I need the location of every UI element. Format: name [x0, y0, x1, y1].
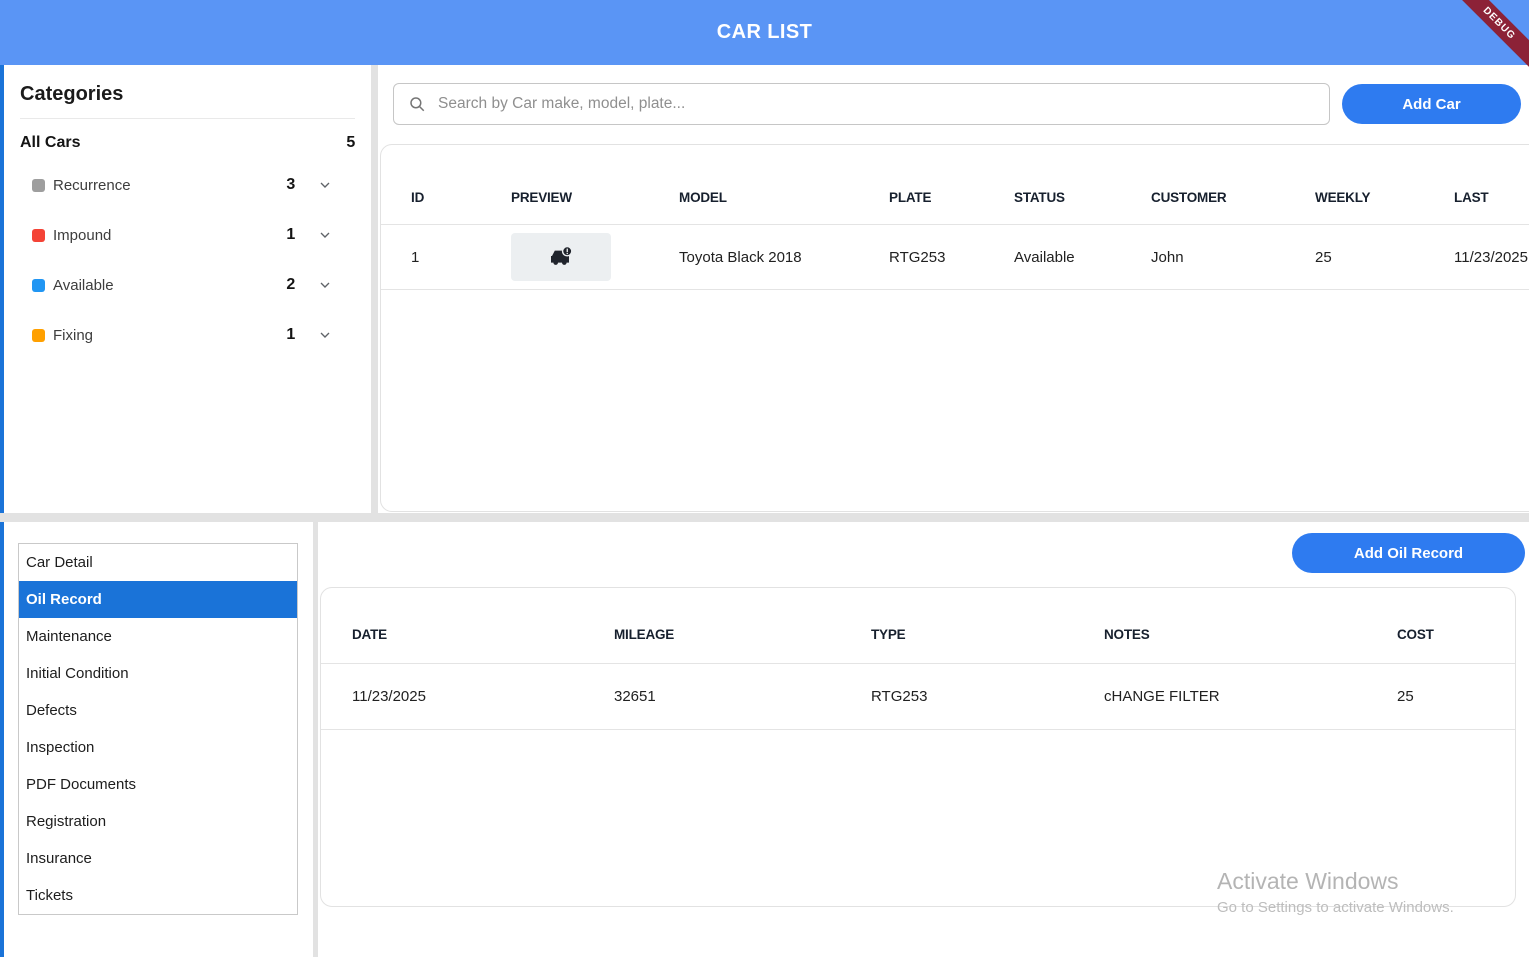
car-detail-panel: Car Detail Oil Record Maintenance Initia…: [0, 522, 313, 957]
category-available[interactable]: Available 2: [4, 260, 371, 310]
oil-table-row[interactable]: 11/23/2025 32651 RTG253 cHANGE FILTER 25: [321, 664, 1515, 730]
app-header: CAR LIST DEBUG: [0, 0, 1529, 65]
col-mileage: MILEAGE: [614, 627, 871, 642]
fixing-color-dot: [32, 329, 45, 342]
debug-ribbon: DEBUG: [1449, 0, 1529, 80]
cell-model: Toyota Black 2018: [679, 249, 889, 266]
menu-item-maintenance[interactable]: Maintenance: [19, 618, 297, 655]
col-type: TYPE: [871, 627, 1104, 642]
chevron-down-icon[interactable]: [317, 227, 333, 243]
col-notes: NOTES: [1104, 627, 1397, 642]
menu-item-registration[interactable]: Registration: [19, 803, 297, 840]
car-table-header: ID PREVIEW MODEL PLATE STATUS CUSTOMER W…: [381, 145, 1529, 225]
cell-mileage: 32651: [614, 688, 871, 705]
category-count: 1: [286, 326, 295, 344]
col-id: ID: [411, 190, 511, 205]
search-row: Add Car: [378, 65, 1529, 125]
car-list-panel: Add Car ID PREVIEW MODEL PLATE STATUS CU…: [378, 65, 1529, 513]
menu-item-car-detail[interactable]: Car Detail: [19, 544, 297, 581]
car-table-row[interactable]: 1 Toyota Black 2018 RTG253 Available Joh…: [381, 225, 1529, 290]
category-count: 1: [286, 226, 295, 244]
cell-plate: RTG253: [889, 249, 1014, 266]
detail-menu: Car Detail Oil Record Maintenance Initia…: [18, 543, 298, 915]
menu-item-defects[interactable]: Defects: [19, 692, 297, 729]
category-impound[interactable]: Impound 1: [4, 210, 371, 260]
col-weekly: WEEKLY: [1315, 190, 1454, 205]
chevron-down-icon[interactable]: [317, 177, 333, 193]
section-divider-horizontal: [0, 513, 1529, 522]
cell-weekly: 25: [1315, 249, 1454, 266]
menu-item-initial-condition[interactable]: Initial Condition: [19, 655, 297, 692]
oil-table-card: DATE MILEAGE TYPE NOTES COST 11/23/2025 …: [320, 587, 1516, 907]
col-customer: CUSTOMER: [1151, 190, 1315, 205]
cell-notes: cHANGE FILTER: [1104, 688, 1397, 705]
category-label: Recurrence: [53, 177, 278, 194]
all-cars-count: 5: [346, 134, 355, 152]
col-last: LAST: [1454, 190, 1529, 205]
page-title: CAR LIST: [717, 21, 812, 44]
chevron-down-icon[interactable]: [317, 277, 333, 293]
search-box: [393, 83, 1330, 125]
impound-color-dot: [32, 229, 45, 242]
cell-last: 11/23/2025: [1454, 249, 1529, 266]
menu-item-pdf-documents[interactable]: PDF Documents: [19, 766, 297, 803]
panel-divider-vertical: [371, 65, 378, 513]
col-date: DATE: [352, 627, 614, 642]
chevron-down-icon[interactable]: [317, 327, 333, 343]
category-fixing[interactable]: Fixing 1: [4, 310, 371, 360]
search-icon: [408, 95, 426, 113]
menu-item-tickets[interactable]: Tickets: [19, 877, 297, 914]
category-label: Available: [53, 277, 278, 294]
cell-customer: John: [1151, 249, 1315, 266]
category-all-cars[interactable]: All Cars 5: [4, 119, 371, 160]
oil-record-panel: Add Oil Record DATE MILEAGE TYPE NOTES C…: [318, 522, 1529, 957]
car-preview-thumbnail[interactable]: [511, 233, 611, 281]
add-oil-record-button[interactable]: Add Oil Record: [1292, 533, 1525, 573]
add-car-button[interactable]: Add Car: [1342, 84, 1521, 124]
cell-status: Available: [1014, 249, 1151, 266]
available-color-dot: [32, 279, 45, 292]
col-preview: PREVIEW: [511, 190, 679, 205]
category-count: 3: [286, 176, 295, 194]
top-section: Categories All Cars 5 Recurrence 3 Impou…: [0, 65, 1529, 513]
cell-cost: 25: [1397, 688, 1515, 705]
col-cost: COST: [1397, 627, 1515, 642]
col-model: MODEL: [679, 190, 889, 205]
col-status: STATUS: [1014, 190, 1151, 205]
watermark-line1: Activate Windows: [1217, 868, 1454, 895]
search-input[interactable]: [426, 95, 1329, 113]
cell-id: 1: [411, 249, 511, 266]
menu-item-oil-record[interactable]: Oil Record: [19, 581, 297, 618]
category-label: Impound: [53, 227, 278, 244]
bottom-section: Car Detail Oil Record Maintenance Initia…: [0, 522, 1529, 957]
category-count: 2: [286, 276, 295, 294]
categories-title: Categories: [4, 65, 371, 118]
activate-windows-watermark: Activate Windows Go to Settings to activ…: [1217, 868, 1454, 916]
cell-date: 11/23/2025: [352, 688, 614, 705]
oil-button-row: Add Oil Record: [318, 522, 1529, 573]
recurrence-color-dot: [32, 179, 45, 192]
menu-item-insurance[interactable]: Insurance: [19, 840, 297, 877]
categories-panel: Categories All Cars 5 Recurrence 3 Impou…: [0, 65, 371, 513]
col-plate: PLATE: [889, 190, 1014, 205]
menu-item-inspection[interactable]: Inspection: [19, 729, 297, 766]
car-alert-icon: [548, 245, 574, 269]
debug-ribbon-label: DEBUG: [1449, 0, 1529, 75]
oil-table-header: DATE MILEAGE TYPE NOTES COST: [321, 588, 1515, 664]
category-label: Fixing: [53, 327, 278, 344]
cell-type: RTG253: [871, 688, 1104, 705]
car-table-card: ID PREVIEW MODEL PLATE STATUS CUSTOMER W…: [380, 144, 1529, 512]
watermark-line2: Go to Settings to activate Windows.: [1217, 899, 1454, 916]
category-recurrence[interactable]: Recurrence 3: [4, 160, 371, 210]
all-cars-label: All Cars: [20, 134, 80, 152]
